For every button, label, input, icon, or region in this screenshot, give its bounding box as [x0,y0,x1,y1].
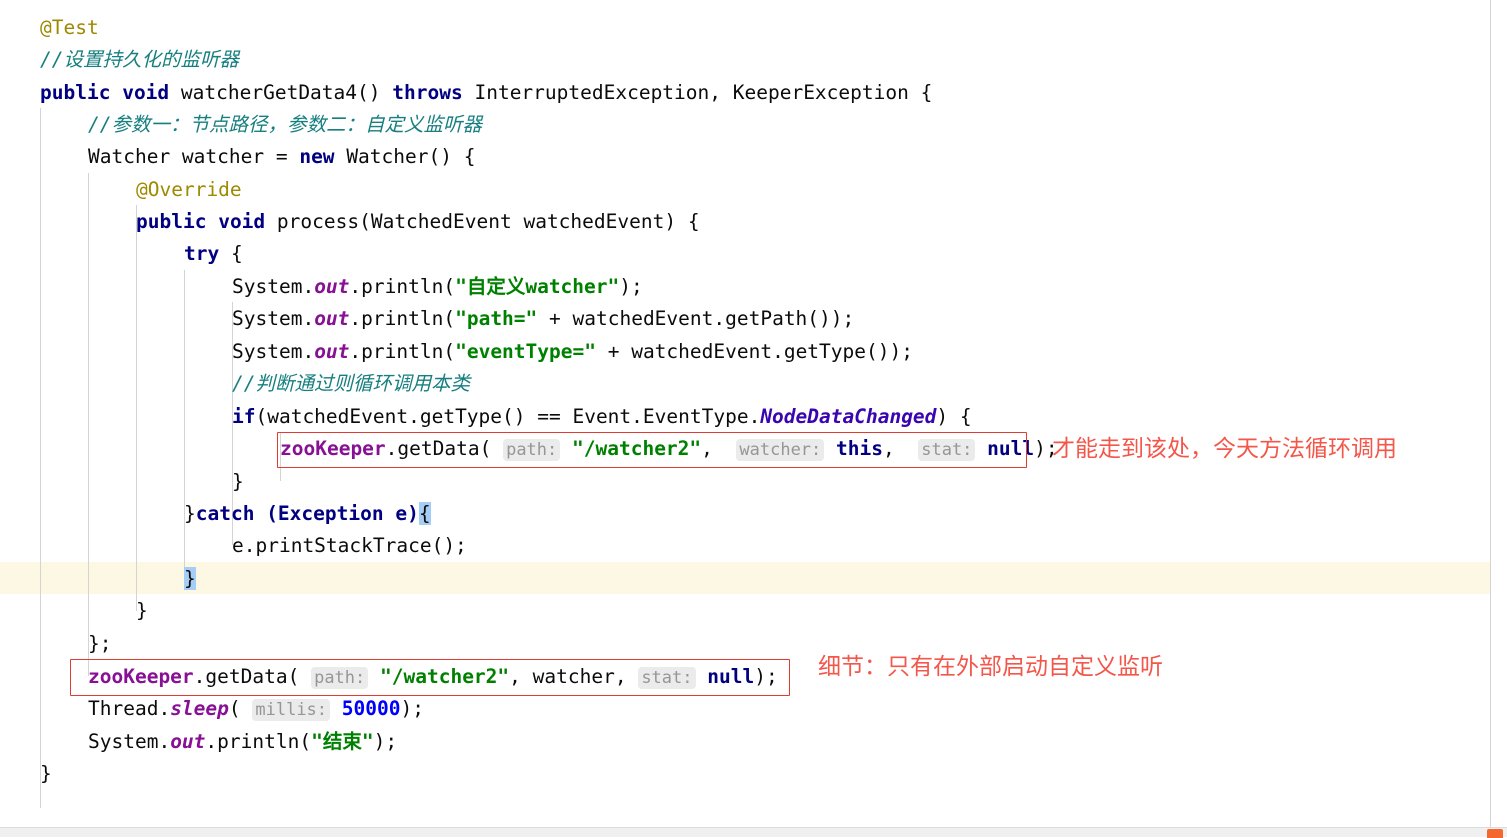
code-line-18[interactable]: } [184,563,196,595]
code-line-2[interactable]: //设置持久化的监听器 [40,44,239,76]
keyword-public: public [40,81,111,104]
code-line-10[interactable]: System.out.println("path=" + watchedEven… [232,303,854,335]
code-editor[interactable]: @Test //设置持久化的监听器 public void watcherGet… [0,0,1507,827]
annotation-note-top: 才能走到该处，今天方法循环调用 [1052,436,1397,462]
system-prefix: System. [232,307,315,330]
code-line-23[interactable]: System.out.println("结束"); [88,726,397,758]
status-bar [0,827,1507,838]
system-prefix: System. [232,275,315,298]
static-field-out: out [314,275,350,298]
print-stack-trace: e.printStackTrace(); [232,534,467,557]
code-line-6[interactable]: @Override [136,174,242,206]
indent-guide-4 [184,270,185,578]
get-type-call: + watchedEvent.getType()); [595,340,913,363]
system-prefix: System. [88,730,171,753]
indent-guide-1 [40,108,41,808]
code-line-7[interactable]: public void process(WatchedEvent watched… [136,206,700,238]
code-line-11[interactable]: System.out.println("eventType=" + watche… [232,336,913,368]
watcher-constructor: Watcher() { [346,145,476,168]
code-line-19[interactable]: } [136,595,148,627]
method-sleep: sleep [170,697,229,720]
println-call: .println( [349,340,456,363]
thread-prefix: Thread. [88,697,171,720]
string-end: "结束" [311,730,374,753]
annotation-note-bottom: 细节：只有在外部启动自定义监听 [818,654,1163,680]
code-line-9[interactable]: System.out.println("自定义watcher"); [232,271,643,303]
code-line-15[interactable]: } [232,466,244,498]
right-margin-guide [1490,0,1491,827]
keyword-if: if [232,405,256,428]
println-call: .println( [205,730,312,753]
indent-guide-2 [88,173,89,676]
code-line-24[interactable]: } [40,758,52,790]
keyword-void: void [122,81,170,104]
if-tail: ) { [936,405,972,428]
code-line-3[interactable]: public void watcherGetData4() throws Int… [40,77,932,109]
callout-box-inner-getdata [277,432,1027,468]
code-line-4[interactable]: //参数一：节点路径，参数二：自定义监听器 [88,109,482,141]
static-field-out: out [314,340,350,363]
brace-close: } [136,599,148,622]
if-condition: (watchedEvent.getType() == Event.EventTy… [255,405,761,428]
system-prefix: System. [232,340,315,363]
code-line-20[interactable]: }; [88,628,111,660]
keyword-void: void [218,210,266,233]
string-path-eq: "path=" [455,307,538,330]
indent-guide-3 [136,205,137,611]
throws-list: InterruptedException, KeeperException { [474,81,933,104]
keyword-public: public [136,210,207,233]
println-call: .println( [349,275,456,298]
code-line-8[interactable]: try { [184,238,243,270]
get-path-call: + watchedEvent.getPath()); [537,307,855,330]
brace-close: } [184,502,196,525]
static-field-out: out [170,730,206,753]
process-signature: process(WatchedEvent watchedEvent) { [276,210,700,233]
code-line-16[interactable]: }catch (Exception e){ [184,498,431,530]
keyword-new: new [299,145,335,168]
enum-node-data-changed: NodeDataChanged [760,405,937,428]
brace-close: } [40,762,52,785]
println-call: .println( [349,307,456,330]
code-line-22[interactable]: Thread.sleep( millis: 50000); [88,693,424,725]
code-line-5[interactable]: Watcher watcher = new Watcher() { [88,141,475,173]
keyword-try: try [184,242,220,265]
string-custom-watcher: "自定义watcher" [455,275,620,298]
static-field-out: out [314,307,350,330]
code-line-1[interactable]: @Test [40,12,99,44]
code-line-13[interactable]: if(watchedEvent.getType() == Event.Event… [232,401,972,433]
brace-match-open: { [418,502,431,525]
code-line-12[interactable]: //判断通过则循环调用本类 [232,368,470,400]
keyword-throws: throws [392,81,463,104]
brace-open: { [230,242,243,265]
comment-persistent-watcher: //设置持久化的监听器 [40,48,239,71]
comment-loop-call: //判断通过则循环调用本类 [232,372,470,395]
callout-box-outer-getdata [70,659,790,696]
keyword-catch: catch (Exception e) [195,502,419,525]
brace-match-close: } [184,567,196,590]
brace-close: } [232,470,244,493]
annotation-override: @Override [136,178,242,201]
comment-params: //参数一：节点路径，参数二：自定义监听器 [88,113,482,136]
string-event-type-eq: "eventType=" [455,340,596,363]
close-anonymous-class: }; [88,632,112,655]
annotation-test: @Test [40,16,99,39]
param-hint-millis: millis: [252,699,331,721]
code-line-17[interactable]: e.printStackTrace(); [232,530,467,562]
method-name: watcherGetData4() [180,81,381,104]
current-line-highlight [0,562,1490,594]
watcher-declaration: Watcher watcher = [88,145,300,168]
number-50000: 50000 [341,697,401,720]
